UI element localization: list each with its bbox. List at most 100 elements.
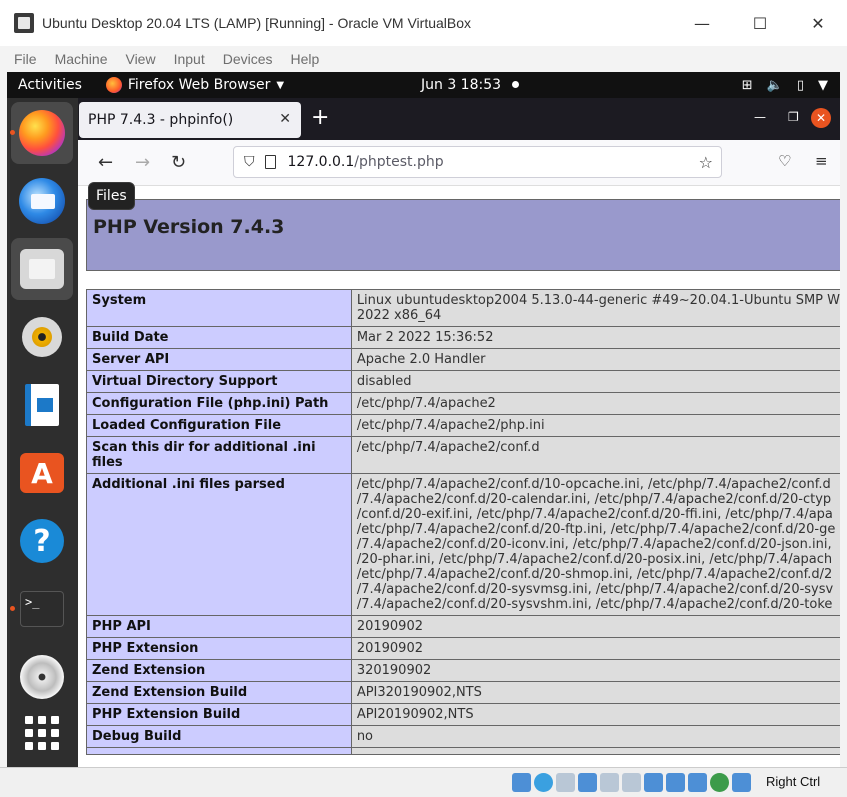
info-value: API20190902,NTS (350, 703, 840, 726)
tab-bar: PHP 7.4.3 - phpinfo() ✕ + — ❐ ✕ (78, 98, 840, 140)
info-value-line: Mar 2 2022 15:36:52 (356, 330, 494, 345)
thunderbird-icon (19, 178, 65, 224)
ubuntu-software-icon: A (20, 453, 64, 493)
info-value-line: 20190902 (356, 641, 423, 656)
restore-icon[interactable]: ❐ (788, 110, 799, 124)
shield-icon[interactable]: ⛉ (244, 154, 255, 170)
gnome-top-bar: Activities Firefox Web Browser ▼ Jun 3 1… (7, 72, 840, 98)
battery-icon: ▯ (796, 77, 804, 93)
back-button[interactable]: ← (98, 152, 113, 173)
app-menu-label: Firefox Web Browser (127, 77, 271, 93)
keyboard-capture-icon[interactable] (732, 773, 751, 792)
info-key: Scan this dir for additional .ini files (86, 436, 352, 474)
page-title: PHP Version 7.4.3 (93, 216, 285, 238)
dock-item-files[interactable] (11, 238, 73, 300)
info-value: Mar 2 2022 15:36:52 (350, 326, 840, 349)
display-icon[interactable] (644, 773, 663, 792)
info-value-line: /conf.d/20-exif.ini, /etc/php/7.4/apache… (356, 507, 833, 522)
url-path: /phptest.php (354, 154, 444, 170)
info-value-line: /etc/php/7.4/apache2/conf.d (356, 440, 540, 455)
clock[interactable]: Jun 3 18:53 (421, 77, 501, 93)
virtualbox-app-icon (14, 13, 34, 33)
info-value-line: /7.4/apache2/conf.d/20-sysvshm.ini, /etc… (356, 597, 833, 612)
dock-item-firefox[interactable] (10, 102, 73, 164)
firefox-icon (105, 77, 122, 93)
mouse-integration-icon[interactable] (710, 773, 729, 792)
table-row: PHP API 20190902 (86, 615, 840, 638)
table-row: Server API Apache 2.0 Handler (86, 348, 840, 371)
dock-item-dvd[interactable] (11, 646, 73, 708)
php-version-header: PHP Version 7.4.3 (86, 199, 840, 271)
dock-item-rhythmbox[interactable] (11, 306, 73, 368)
info-key: System (86, 289, 352, 327)
info-value-line: /7.4/apache2/conf.d/20-sysvmsg.ini, /etc… (356, 582, 834, 597)
menu-help[interactable]: Help (291, 51, 320, 67)
dock-item-help[interactable]: ? (11, 510, 73, 572)
menu-machine[interactable]: Machine (55, 51, 108, 67)
info-value-line: disabled (356, 374, 412, 389)
virtualization-icon[interactable] (688, 773, 707, 792)
close-button[interactable]: ✕ (789, 0, 847, 46)
dock-item-terminal[interactable]: >_ (10, 578, 73, 640)
info-value: /etc/php/7.4/apache2/conf.d (350, 436, 840, 474)
new-tab-button[interactable]: + (311, 107, 329, 129)
bookmark-star-icon[interactable]: ☆ (699, 153, 713, 172)
minimize-button[interactable]: — (673, 0, 731, 46)
info-value-line: /7.4/apache2/conf.d/20-iconv.ini, /etc/p… (356, 537, 832, 552)
minimize-icon[interactable]: — (754, 110, 766, 124)
dock-item-software[interactable]: A (11, 442, 73, 504)
info-value-line: /etc/php/7.4/apache2/conf.d/20-ftp.ini, … (356, 522, 836, 537)
recording-icon[interactable] (666, 773, 685, 792)
dock-item-writer[interactable] (11, 374, 73, 436)
activities-button[interactable]: Activities (18, 77, 82, 93)
tab-close-icon[interactable]: ✕ (279, 111, 291, 127)
info-value-line: /etc/php/7.4/apache2/php.ini (356, 418, 545, 433)
table-row: System Linux ubuntudesktop2004 5.13.0-44-… (86, 289, 840, 327)
files-icon (20, 249, 64, 289)
hard-disk-icon[interactable] (512, 773, 531, 792)
page-content[interactable]: PHP Version 7.4.3 System Linux ubuntudesk… (78, 186, 840, 767)
pocket-icon[interactable]: ♡ (778, 152, 791, 170)
info-key: Debug Build (86, 725, 352, 748)
vbox-titlebar: Ubuntu Desktop 20.04 LTS (LAMP) [Running… (0, 0, 847, 46)
info-key: Virtual Directory Support (86, 370, 352, 393)
network-icon: ⊞ (741, 77, 753, 93)
info-value: API320190902,NTS (350, 681, 840, 704)
info-value-line: 320190902 (356, 663, 432, 678)
running-indicator-icon (10, 606, 15, 611)
close-icon[interactable]: ✕ (811, 108, 831, 128)
audio-icon[interactable] (556, 773, 575, 792)
tab-phpinfo[interactable]: PHP 7.4.3 - phpinfo() ✕ (79, 102, 301, 138)
system-tray[interactable]: ⊞ 🔈 ▯ ▼ (742, 72, 828, 98)
info-key: Zend Extension Build (86, 681, 352, 704)
menu-devices[interactable]: Devices (223, 51, 273, 67)
reload-button[interactable]: ↻ (171, 152, 186, 173)
menu-input[interactable]: Input (174, 51, 205, 67)
firefox-window: PHP 7.4.3 - phpinfo() ✕ + — ❐ ✕ ← → ↻ ⛉ … (78, 98, 840, 767)
tab-title: PHP 7.4.3 - phpinfo() (88, 112, 234, 128)
menu-file[interactable]: File (14, 51, 37, 67)
show-applications-button[interactable] (11, 702, 73, 764)
table-row: Scan this dir for additional .ini files /… (86, 436, 840, 474)
page-icon[interactable] (264, 155, 276, 169)
info-key: PHP API (86, 615, 352, 638)
usb-icon[interactable] (600, 773, 619, 792)
menu-view[interactable]: View (125, 51, 155, 67)
dock-item-thunderbird[interactable] (11, 170, 73, 232)
info-value-line: API20190902,NTS (356, 707, 474, 722)
info-value-line: Linux ubuntudesktop2004 5.13.0-44-generi… (356, 293, 840, 308)
optical-drive-icon[interactable] (534, 773, 553, 792)
info-key: Loaded Configuration File (86, 414, 352, 437)
hamburger-menu-icon[interactable]: ≡ (815, 152, 828, 170)
guest-screen[interactable]: Activities Firefox Web Browser ▼ Jun 3 1… (7, 72, 840, 767)
table-row: Loaded Configuration File/etc/php/7.4/ap… (86, 414, 840, 437)
shared-folders-icon[interactable] (622, 773, 641, 792)
network-icon[interactable] (578, 773, 597, 792)
info-value (350, 747, 840, 755)
url-bar[interactable]: ⛉ 127.0.0.1 /phptest.php ☆ (233, 146, 722, 178)
app-menu[interactable]: Firefox Web Browser ▼ (105, 77, 284, 93)
rhythmbox-icon (22, 317, 62, 357)
window-title: Ubuntu Desktop 20.04 LTS (LAMP) [Running… (42, 15, 472, 31)
maximize-button[interactable]: ☐ (731, 0, 789, 46)
forward-button[interactable]: → (135, 152, 150, 173)
